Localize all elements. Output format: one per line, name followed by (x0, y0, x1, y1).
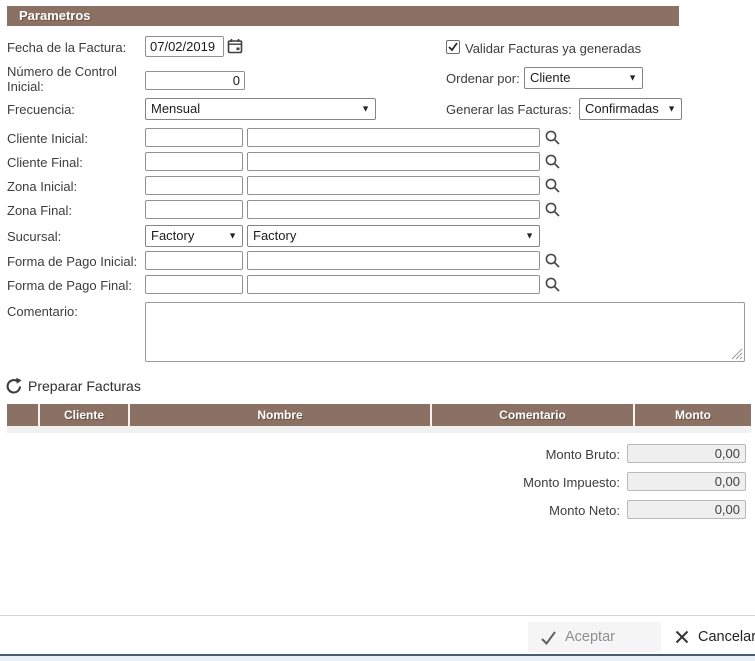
frecuencia-label: Frecuencia: (7, 102, 75, 117)
zona-inicial-code-input[interactable] (145, 176, 243, 195)
monto-bruto-label: Monto Bruto: (420, 447, 620, 462)
sucursal-label: Sucursal: (7, 229, 61, 244)
preparar-facturas-label: Preparar Facturas (28, 378, 141, 394)
comentario-label: Comentario: (7, 304, 78, 319)
numero-control-label: Número de Control Inicial: (7, 64, 147, 94)
bottom-accent-fill (0, 656, 755, 661)
cliente-final-name-input[interactable] (247, 152, 540, 171)
numero-control-input[interactable] (145, 71, 245, 90)
search-icon[interactable] (544, 276, 561, 293)
zona-final-name-input[interactable] (247, 200, 540, 219)
footer-divider (0, 615, 755, 616)
ordenar-select-value: Cliente (530, 70, 570, 85)
chevron-down-icon: ▼ (525, 227, 534, 243)
check-icon (540, 629, 557, 646)
cliente-final-code-input[interactable] (145, 152, 243, 171)
search-icon[interactable] (544, 201, 561, 218)
chevron-down-icon: ▼ (628, 69, 637, 85)
calendar-icon[interactable] (227, 38, 243, 54)
cliente-inicial-label: Cliente Inicial: (7, 131, 88, 146)
checkbox-check-icon (447, 41, 459, 53)
forma-pago-final-code-input[interactable] (145, 275, 243, 294)
forma-pago-inicial-name-input[interactable] (247, 251, 540, 270)
column-header-cliente[interactable]: Cliente (38, 404, 128, 426)
forma-pago-inicial-label: Forma de Pago Inicial: (7, 254, 137, 269)
fecha-input[interactable] (145, 36, 224, 57)
generar-select-value: Confirmadas (585, 101, 659, 116)
cliente-final-label: Cliente Final: (7, 155, 83, 170)
preparar-facturas-button[interactable]: Preparar Facturas (5, 375, 141, 397)
invoice-parameters-screen: Parametros Fecha de la Factura: Validar … (0, 0, 755, 661)
chevron-down-icon: ▼ (361, 100, 370, 116)
sucursal-name-select[interactable]: Factory ▼ (247, 225, 540, 247)
cancelar-button[interactable]: Cancelar (662, 622, 755, 652)
aceptar-label: Aceptar (565, 629, 615, 645)
chevron-down-icon: ▼ (667, 100, 676, 116)
aceptar-button[interactable]: Aceptar (528, 622, 661, 652)
zona-inicial-label: Zona Inicial: (7, 179, 77, 194)
monto-neto-label: Monto Neto: (420, 503, 620, 518)
monto-neto-input (627, 500, 746, 519)
results-table-header: Cliente Nombre Comentario Monto (7, 404, 751, 426)
validar-checkbox[interactable] (446, 40, 460, 54)
cancelar-label: Cancelar (698, 629, 755, 645)
results-table-empty-row (7, 426, 751, 433)
panel-title: Parametros (7, 6, 679, 26)
sucursal-code-select[interactable]: Factory ▼ (145, 225, 243, 247)
column-header-monto[interactable]: Monto (633, 404, 751, 426)
column-header-comentario[interactable]: Comentario (430, 404, 633, 426)
forma-pago-final-name-input[interactable] (247, 275, 540, 294)
zona-final-code-input[interactable] (145, 200, 243, 219)
sucursal-name-value: Factory (253, 228, 296, 243)
cliente-inicial-code-input[interactable] (145, 128, 243, 147)
generar-select[interactable]: Confirmadas ▼ (579, 98, 682, 120)
search-icon[interactable] (544, 129, 561, 146)
refresh-icon (5, 377, 23, 395)
chevron-down-icon: ▼ (228, 227, 237, 243)
ordenar-select[interactable]: Cliente ▼ (524, 67, 643, 89)
generar-label: Generar las Facturas: (446, 102, 572, 117)
frecuencia-select-value: Mensual (151, 101, 200, 116)
search-icon[interactable] (544, 252, 561, 269)
ordenar-label: Ordenar por: (446, 71, 520, 86)
close-icon (674, 629, 690, 645)
forma-pago-final-label: Forma de Pago Final: (7, 278, 132, 293)
monto-impuesto-input (627, 472, 746, 491)
forma-pago-inicial-code-input[interactable] (145, 251, 243, 270)
sucursal-code-value: Factory (151, 228, 194, 243)
search-icon[interactable] (544, 153, 561, 170)
column-header-nombre[interactable]: Nombre (128, 404, 430, 426)
comentario-textarea[interactable] (145, 302, 745, 362)
cliente-inicial-name-input[interactable] (247, 128, 540, 147)
zona-inicial-name-input[interactable] (247, 176, 540, 195)
frecuencia-select[interactable]: Mensual ▼ (145, 98, 376, 120)
monto-bruto-input (627, 444, 746, 463)
validar-label: Validar Facturas ya generadas (465, 41, 641, 56)
zona-final-label: Zona Final: (7, 203, 72, 218)
monto-impuesto-label: Monto Impuesto: (420, 475, 620, 490)
fecha-label: Fecha de la Factura: (7, 40, 126, 55)
search-icon[interactable] (544, 177, 561, 194)
column-header-selector[interactable] (7, 404, 38, 426)
